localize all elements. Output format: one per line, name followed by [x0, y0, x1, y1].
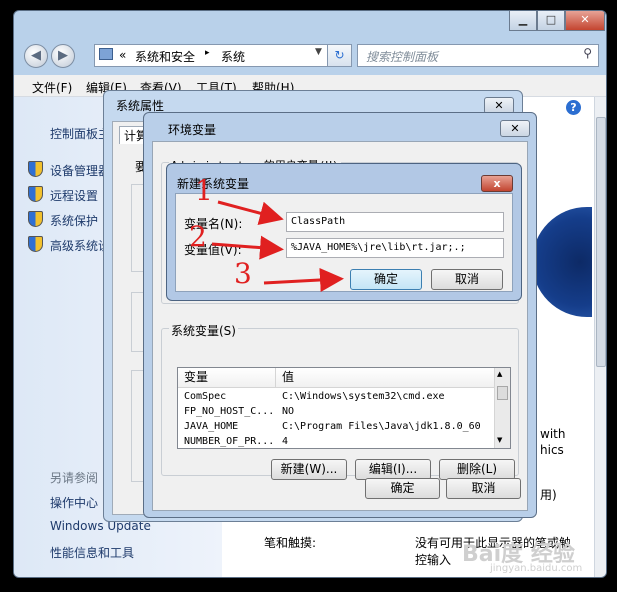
step-arrows	[211, 200, 344, 292]
step-2-arrow	[211, 235, 284, 260]
baidu-watermark-url: jingyan.baidu.com	[490, 563, 583, 574]
step-1-arrow	[217, 200, 284, 225]
step-3-arrow	[263, 267, 344, 292]
